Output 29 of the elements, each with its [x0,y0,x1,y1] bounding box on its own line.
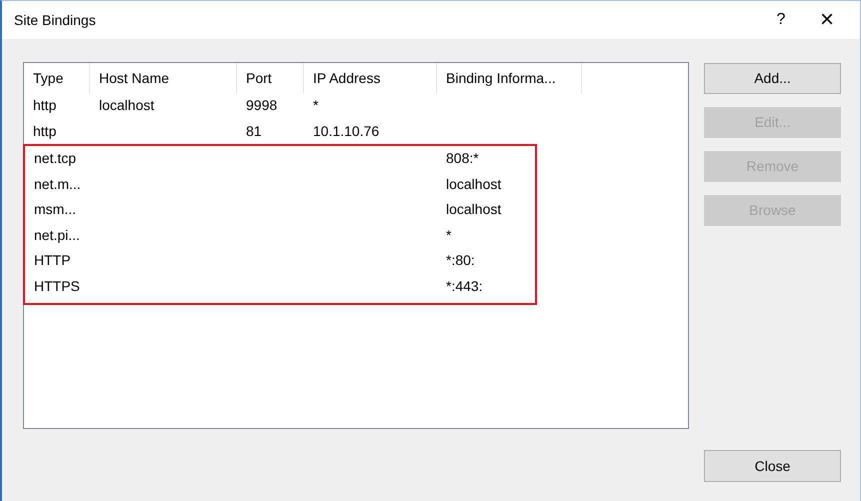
table-cell-text: 9998 [246,96,278,116]
table-cell-text: http [33,122,56,141]
table-cell-text: msm... [34,200,76,220]
table-cell-text: *:443: [446,276,483,296]
table-cell-text: localhost [446,174,502,194]
column-header[interactable]: Binding Informa... [437,63,582,93]
column-header[interactable]: Port [237,63,304,93]
table-cell-text: HTTP [34,251,71,270]
table-cell-text: localhost [99,96,154,116]
table-cell-text: * [313,96,318,116]
table-cell-text: net.pi... [34,226,80,245]
table-cell-text: 10.1.10.76 [313,122,380,141]
table-cell-text: *:80: [446,251,475,270]
table-cell-text: http [33,96,56,116]
table-cell-text: net.tcp [34,149,76,168]
column-header[interactable]: Host Name [90,63,237,93]
table-cell-text: HTTPS [34,276,80,296]
help-button[interactable]: ? [758,5,804,35]
window-title: Site Bindings [14,10,96,30]
table-cell-text: 81 [246,122,262,141]
close-dialog-button[interactable]: Close [704,450,841,482]
table-cell-text: localhost [446,200,502,220]
table-cell-text: net.m... [34,174,81,194]
table-cell-text: 808:* [446,149,479,168]
dialog-button[interactable]: Add... [704,63,841,94]
column-header[interactable]: Type [24,63,90,93]
table-cell-text: * [446,226,452,245]
close-button[interactable]: × [804,5,850,35]
column-header[interactable]: IP Address [304,63,437,93]
